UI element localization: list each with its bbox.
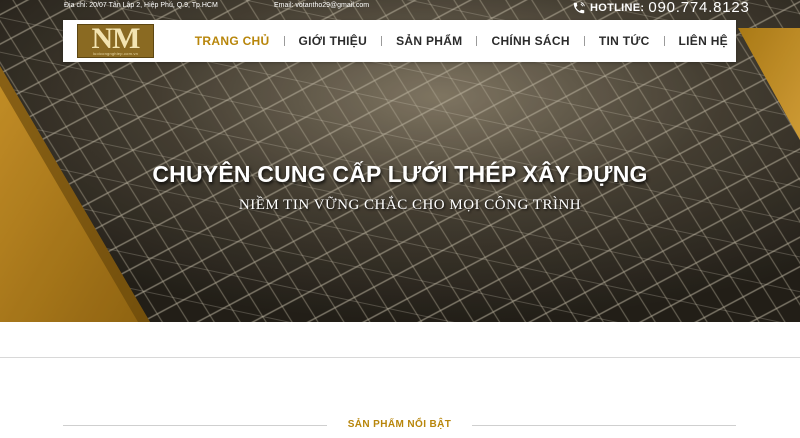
menu-divider — [283, 36, 285, 46]
menu-divider — [476, 36, 478, 46]
main-navbar: NM luoicongnghiep.com.vn TRANG CHỦ GIỚI … — [63, 20, 736, 62]
hero-title: CHUYÊN CUNG CẤP LƯỚI THÉP XÂY DỰNG — [152, 161, 648, 187]
nav-item-home[interactable]: TRANG CHỦ — [195, 34, 270, 48]
nav-item-products[interactable]: SẢN PHẨM — [396, 34, 462, 48]
nav-item-news[interactable]: TIN TỨC — [599, 34, 650, 48]
email-text[interactable]: Email: votantho29@gmail.com — [274, 2, 369, 9]
section-divider — [0, 357, 800, 358]
hotline[interactable]: HOTLINE: 090.774.8123 — [572, 0, 750, 16]
featured-products-heading: SẢN PHẨM NỔI BẬT — [63, 419, 736, 433]
nav-item-about[interactable]: GIỚI THIỆU — [299, 34, 368, 48]
site-logo[interactable]: NM luoicongnghiep.com.vn — [77, 22, 154, 58]
main-menu: TRANG CHỦ GIỚI THIỆU SẢN PHẨM CHÍNH SÁCH… — [195, 20, 728, 62]
hero-banner: Địa chỉ: 20/07 Tân Lập 2, Hiệp Phú, Q.9,… — [0, 0, 800, 322]
heading-line-right — [472, 425, 736, 426]
hotline-number[interactable]: 090.774.8123 — [648, 0, 749, 16]
logo-domain: luoicongnghiep.com.vn — [92, 51, 139, 56]
phone-icon — [573, 1, 585, 13]
nav-item-policy[interactable]: CHÍNH SÁCH — [491, 34, 569, 48]
address-text: Địa chỉ: 20/07 Tân Lập 2, Hiệp Phú, Q.9,… — [64, 2, 218, 9]
nav-item-contact[interactable]: LIÊN HỆ — [679, 34, 728, 48]
hero-subtitle: NIỀM TIN VỮNG CHẮC CHO MỌI CÔNG TRÌNH — [238, 197, 582, 213]
hotline-label: HOTLINE: — [590, 1, 645, 14]
top-info-bar: Địa chỉ: 20/07 Tân Lập 2, Hiệp Phú, Q.9,… — [0, 0, 800, 16]
menu-divider — [381, 36, 383, 46]
menu-divider — [583, 36, 585, 46]
menu-divider — [663, 36, 665, 46]
